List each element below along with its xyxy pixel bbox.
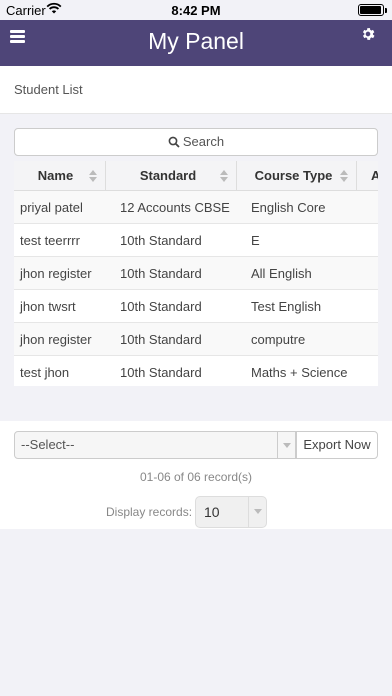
search-placeholder: Search	[182, 134, 225, 149]
chevron-down-icon	[248, 497, 266, 527]
table-row[interactable]: priyal patel 12 Accounts CBSE English Co…	[14, 191, 378, 224]
page-size-select[interactable]: 10	[195, 496, 267, 528]
cell-name: jhon twsrt	[20, 299, 76, 314]
column-label: Course Type	[254, 168, 333, 183]
bulk-action-select[interactable]: --Select--	[14, 431, 296, 459]
select-value: --Select--	[21, 437, 75, 452]
cell-standard: 10th Standard	[120, 266, 202, 281]
status-bar: Carrier 8:42 PM	[0, 0, 392, 20]
cell-course-type: English Core	[251, 200, 326, 215]
column-header-course-type[interactable]: Course Type	[237, 161, 357, 191]
clock: 8:42 PM	[171, 3, 221, 18]
battery-icon	[358, 4, 387, 16]
table-header: Name Standard Course Type A	[14, 161, 378, 191]
search-input[interactable]: Search	[14, 128, 378, 156]
cell-name: jhon register	[20, 266, 92, 281]
cell-course-type: computre	[251, 332, 306, 347]
cell-standard: 10th Standard	[120, 299, 202, 314]
chevron-down-icon	[277, 432, 295, 458]
column-label: Name	[37, 168, 74, 183]
cell-standard: 10th Standard	[120, 233, 202, 248]
search-icon	[168, 136, 180, 148]
cell-course-type: E	[251, 233, 260, 248]
cell-standard: 10th Standard	[120, 365, 202, 380]
column-label: Standard	[139, 168, 197, 183]
cell-course-type: Test English	[251, 299, 322, 314]
table-row[interactable]: test teerrrr 10th Standard E	[14, 224, 378, 257]
cell-standard: 12 Accounts CBSE	[120, 200, 230, 215]
cell-course-type: All English	[251, 266, 312, 281]
page-size-value: 10	[204, 504, 220, 520]
column-label: A	[371, 168, 378, 183]
table-row[interactable]: jhon register 10th Standard All English	[14, 257, 378, 290]
display-records-label: Display records:	[106, 505, 193, 519]
cell-name: test jhon	[20, 365, 70, 380]
sort-icon	[220, 170, 228, 182]
sort-icon	[340, 170, 348, 182]
table-row[interactable]: test jhon 10th Standard Maths + Science	[14, 356, 378, 386]
column-header-name[interactable]: Name	[14, 161, 106, 191]
table-footer: --Select-- Export Now 01-06 of 06 record…	[0, 421, 392, 529]
gear-icon[interactable]	[360, 26, 382, 48]
cell-course-type: Maths + Science	[251, 365, 348, 380]
cell-name: priyal patel	[20, 200, 83, 215]
export-button[interactable]: Export Now	[296, 431, 378, 459]
records-count: 01-06 of 06 record(s)	[139, 470, 253, 484]
column-header-standard[interactable]: Standard	[106, 161, 237, 191]
sort-icon	[89, 170, 97, 182]
column-header-more[interactable]: A	[357, 161, 378, 191]
cell-name: test teerrrr	[20, 233, 80, 248]
page-title: My Panel	[148, 28, 244, 54]
table-row[interactable]: jhon twsrt 10th Standard Test English	[14, 290, 378, 323]
student-list-panel: Search Name Standard Course Type A priya…	[0, 114, 392, 392]
cell-name: jhon register	[20, 332, 92, 347]
student-table: Name Standard Course Type A priyal patel…	[14, 161, 378, 386]
breadcrumb: Student List	[0, 66, 392, 114]
table-row[interactable]: jhon register 10th Standard computre	[14, 323, 378, 356]
cell-standard: 10th Standard	[120, 332, 202, 347]
top-navbar: My Panel	[0, 20, 392, 66]
breadcrumb-label: Student List	[14, 82, 83, 97]
